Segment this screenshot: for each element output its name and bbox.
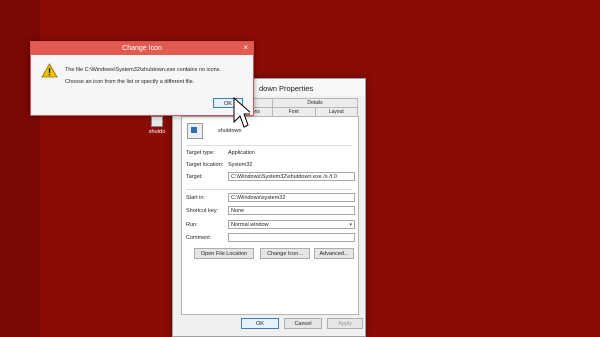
shortcut-key-field[interactable]: None [228, 206, 355, 215]
desktop-shortcut[interactable]: shutdo [146, 116, 168, 135]
chevron-down-icon: ▾ [349, 222, 352, 228]
divider [186, 145, 352, 146]
shortcut-label: shutdo [148, 129, 166, 135]
tab-font[interactable]: Font [272, 107, 316, 116]
advanced-button[interactable]: Advanced... [314, 248, 354, 259]
target-type-value: Application [228, 150, 255, 156]
tab-layout[interactable]: Layout [314, 107, 358, 116]
dialog-message-1: The file C:\Windows\System32\shutdown.ex… [65, 67, 221, 73]
cancel-button[interactable]: Cancel [284, 318, 322, 329]
apply-button[interactable]: Apply [327, 318, 363, 329]
shortcut-key-label: Shortcut key: [186, 208, 219, 214]
properties-window: down Properties Security Details Options… [172, 78, 366, 337]
target-location-value: System32 [228, 162, 253, 168]
target-location-label: Target location: [186, 162, 224, 168]
properties-title: down Properties [259, 84, 314, 93]
change-icon-button[interactable]: Change Icon... [260, 248, 310, 259]
warning-icon [41, 63, 58, 78]
shortcut-icon [151, 116, 163, 127]
run-label: Run: [186, 222, 198, 228]
ok-button[interactable]: OK [241, 318, 279, 329]
dialog-titlebar[interactable]: Change Icon × [31, 42, 253, 55]
tab-details[interactable]: Details [272, 98, 358, 107]
dialog-title: Change Icon [122, 45, 162, 52]
start-in-field[interactable]: C:\Windows\system32 [228, 193, 355, 202]
open-file-location-button[interactable]: Open File Location [194, 248, 254, 259]
target-field[interactable]: C:\Windows\System32\shutdown.exe /s /t 0 [228, 172, 355, 181]
shortcut-panel: shutdown Target type: Application Target… [181, 116, 359, 315]
close-icon[interactable]: × [243, 43, 248, 52]
change-icon-dialog: Change Icon × The file C:\Windows\System… [30, 41, 254, 116]
cursor-icon [233, 96, 250, 128]
start-in-label: Start in: [186, 195, 205, 201]
target-type-label: Target type: [186, 150, 215, 156]
run-select-value: Normal window [231, 222, 269, 228]
divider [186, 189, 352, 190]
run-select[interactable]: Normal window ▾ [228, 220, 355, 229]
dialog-message-2: Choose an icon from the list or specify … [65, 79, 195, 85]
comment-field[interactable] [228, 233, 355, 242]
app-icon [187, 123, 203, 139]
target-label: Target: [186, 174, 203, 180]
comment-label: Comment: [186, 235, 212, 241]
